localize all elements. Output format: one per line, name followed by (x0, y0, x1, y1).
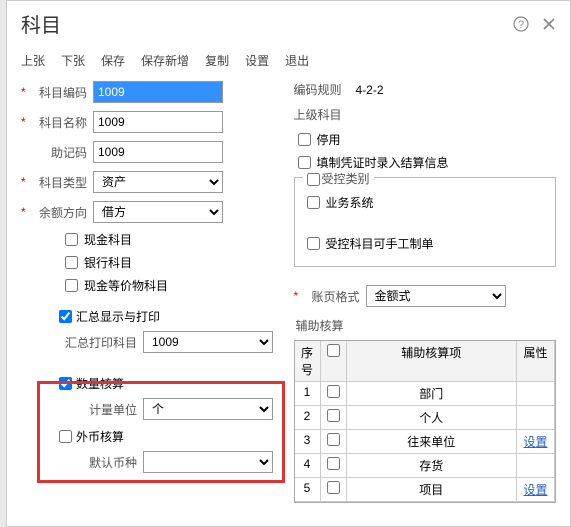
biz-label: 业务系统 (326, 194, 374, 211)
mnemonic-label: 助记码 (31, 144, 87, 161)
rule-label: 编码规则 (294, 81, 356, 98)
aux-head-seq: 序号 (295, 341, 321, 382)
summary-subject-label: 汇总打印科目 (49, 334, 137, 351)
code-input[interactable] (93, 81, 223, 103)
aux-row-checkbox[interactable] (327, 409, 340, 422)
controlled-fieldset: 受控类别 业务系统 受控科目可手工制单 (294, 177, 557, 267)
aux-head-chk (321, 341, 347, 382)
bank-checkbox[interactable] (65, 256, 78, 269)
code-label: 科目编码 (31, 84, 87, 101)
aux-head-checkbox[interactable] (327, 344, 340, 357)
cash-label: 现金科目 (84, 231, 132, 248)
aux-row: 2 个人 (295, 406, 556, 430)
summary-subject-select[interactable]: 1009 (143, 331, 273, 353)
aux-head-attr: 属性 (517, 341, 555, 382)
qty-label: 数量核算 (76, 375, 124, 392)
aux-head-item: 辅助核算项 (347, 341, 518, 382)
controlled-checkbox[interactable] (307, 173, 320, 186)
aux-row-checkbox[interactable] (327, 457, 340, 470)
type-label: 科目类型 (31, 174, 87, 191)
balance-select[interactable]: 借方 (93, 201, 223, 223)
aux-link[interactable]: 设置 (523, 435, 547, 449)
mnemonic-input[interactable] (93, 141, 223, 163)
aux-seq: 2 (295, 406, 321, 430)
disable-checkbox[interactable] (298, 133, 311, 146)
fc-checkbox[interactable] (59, 430, 72, 443)
aux-row-checkbox[interactable] (327, 385, 340, 398)
dialog-title: 科目 (21, 9, 61, 38)
fc-label: 外币核算 (76, 428, 124, 445)
toolbar: 上张 下张 保存 保存新增 复制 设置 退出 (7, 44, 570, 81)
aux-row: 1 部门 (295, 382, 556, 406)
type-select[interactable]: 资产 (93, 171, 223, 193)
casheq-label: 现金等价物科目 (84, 277, 168, 294)
aux-seq: 1 (295, 382, 321, 406)
aux-row: 4 存货 (295, 454, 556, 478)
disable-label: 停用 (317, 131, 341, 148)
aux-item: 项目 (347, 478, 518, 502)
toolbar-save-new[interactable]: 保存新增 (141, 52, 189, 69)
aux-row: 5 项目设置 (295, 478, 556, 502)
svg-text:?: ? (518, 19, 524, 31)
aux-label: 辅助核算 (296, 317, 557, 334)
toolbar-exit[interactable]: 退出 (285, 52, 309, 69)
summary-label: 汇总显示与打印 (76, 308, 160, 325)
qty-unit-label: 计量单位 (49, 401, 137, 418)
settle-label: 填制凭证时录入结算信息 (317, 154, 449, 171)
qty-unit-select[interactable]: 个 (143, 398, 273, 420)
toolbar-save[interactable]: 保存 (101, 52, 125, 69)
balance-label: 余额方向 (31, 204, 87, 221)
aux-row-checkbox[interactable] (327, 433, 340, 446)
manual-checkbox[interactable] (307, 237, 320, 250)
aux-table: 序号 辅助核算项 属性 1部门2个人3往来单位设置4存货5项目设置 (294, 340, 557, 503)
aux-seq: 5 (295, 478, 321, 502)
manual-label: 受控科目可手工制单 (326, 235, 434, 252)
name-input[interactable] (93, 111, 223, 133)
help-icon[interactable]: ? (512, 15, 530, 33)
toolbar-settings[interactable]: 设置 (245, 52, 269, 69)
toolbar-prev[interactable]: 上张 (21, 52, 45, 69)
close-icon[interactable] (540, 15, 558, 33)
aux-seq: 3 (295, 430, 321, 454)
controlled-legend: 受控类别 (322, 172, 370, 186)
aux-seq: 4 (295, 454, 321, 478)
aux-row-checkbox[interactable] (327, 481, 340, 494)
name-label: 科目名称 (31, 114, 87, 131)
aux-item: 部门 (347, 382, 518, 406)
settle-checkbox[interactable] (298, 156, 311, 169)
toolbar-next[interactable]: 下张 (61, 52, 85, 69)
right-column: 编码规则4-2-2 上级科目 停用 填制凭证时录入结算信息 受控类别 业务系统 … (294, 81, 557, 503)
summary-checkbox[interactable] (59, 310, 72, 323)
fc-default-select[interactable] (143, 451, 273, 473)
aux-item: 往来单位 (347, 430, 518, 454)
parent-label: 上级科目 (294, 106, 356, 123)
aux-link[interactable]: 设置 (523, 483, 547, 497)
fc-default-label: 默认币种 (49, 454, 137, 471)
rule-value: 4-2-2 (356, 83, 384, 97)
page-format-select[interactable]: 金额式 (366, 285, 506, 307)
toolbar-copy[interactable]: 复制 (205, 52, 229, 69)
casheq-checkbox[interactable] (65, 279, 78, 292)
biz-checkbox[interactable] (307, 196, 320, 209)
qty-checkbox[interactable] (59, 377, 72, 390)
aux-row: 3 往来单位设置 (295, 430, 556, 454)
cash-checkbox[interactable] (65, 233, 78, 246)
page-format-label: 账页格式 (304, 288, 360, 305)
aux-item: 存货 (347, 454, 518, 478)
bank-label: 银行科目 (84, 254, 132, 271)
aux-item: 个人 (347, 406, 518, 430)
left-column: *科目编码 *科目名称 助记码 *科目类型 资产 *余额方向 借方 现金科目 银… (21, 81, 284, 503)
